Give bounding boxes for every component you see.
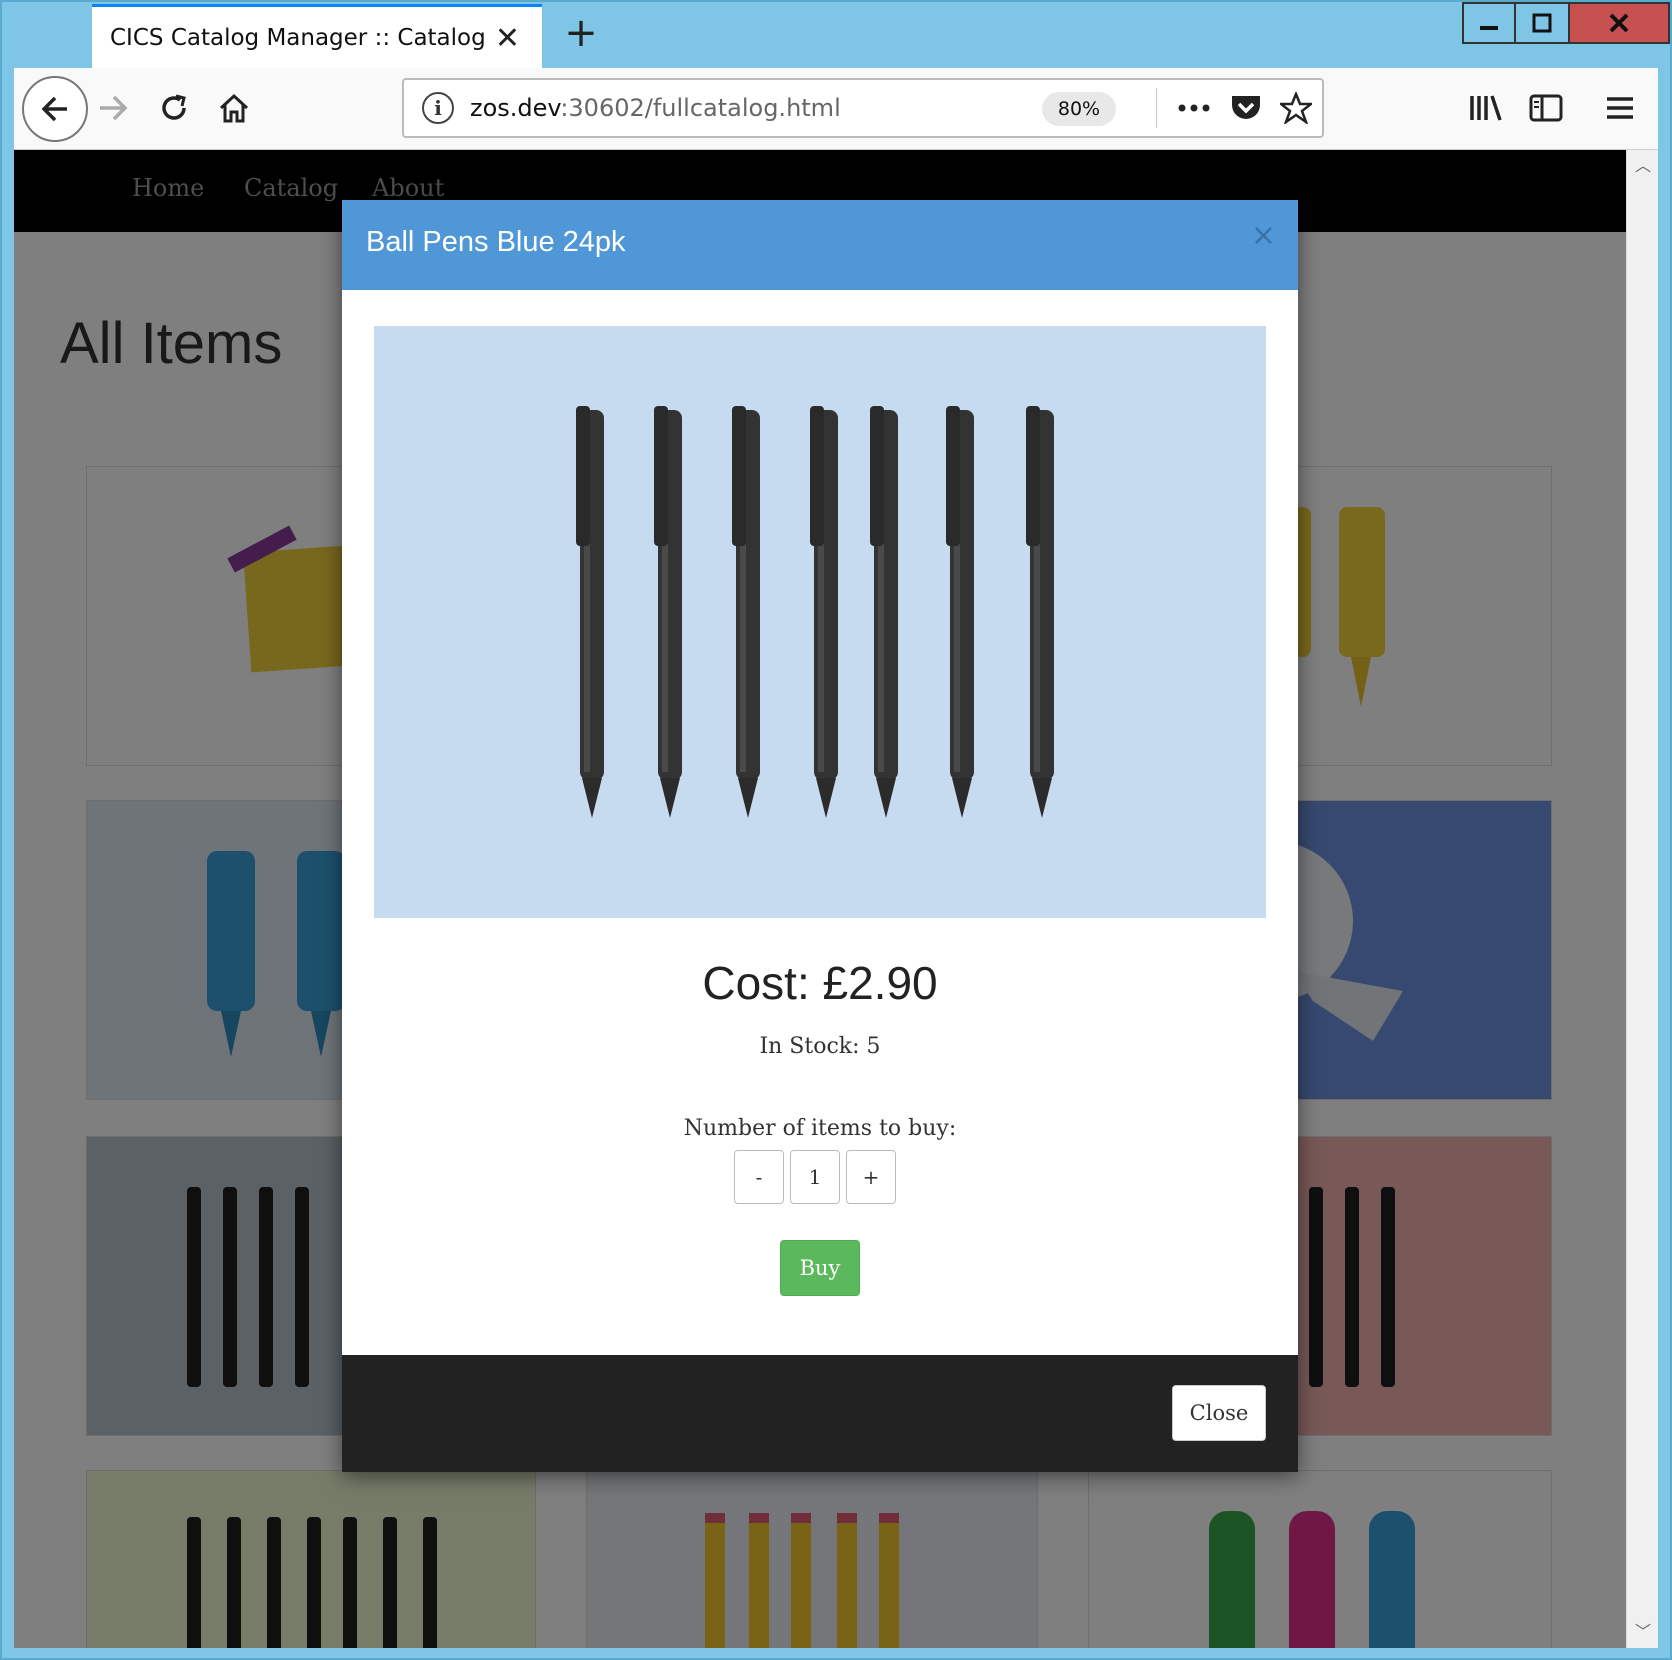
pen-icon xyxy=(810,406,838,818)
forward-arrow-icon xyxy=(100,95,128,121)
product-image xyxy=(374,326,1266,918)
star-icon xyxy=(1280,92,1312,124)
sidebar-button[interactable] xyxy=(1524,86,1568,130)
reload-icon xyxy=(162,94,186,120)
more-dots-icon xyxy=(1178,104,1210,112)
close-window-button[interactable] xyxy=(1570,2,1670,44)
new-tab-button[interactable]: + xyxy=(558,10,604,56)
pen-icon xyxy=(732,406,760,818)
forward-button[interactable] xyxy=(92,86,136,130)
close-icon xyxy=(1609,13,1629,33)
quantity-input[interactable]: 1 xyxy=(790,1150,840,1204)
pen-icon xyxy=(1026,406,1054,818)
product-cost: Cost: £2.90 xyxy=(702,957,938,1009)
pen-icon xyxy=(946,406,974,818)
close-button[interactable]: Close xyxy=(1172,1385,1266,1441)
window-controls xyxy=(1462,2,1670,44)
quantity-stepper: - 1 + xyxy=(734,1150,896,1204)
pen-icon xyxy=(576,406,604,818)
modal-title: Ball Pens Blue 24pk xyxy=(366,226,626,258)
back-arrow-icon xyxy=(41,96,67,122)
zoom-level-badge[interactable]: 80% xyxy=(1042,92,1116,126)
tab-strip: CICS Catalog Manager :: Catalog ✕ + xyxy=(2,2,1670,68)
pocket-button[interactable] xyxy=(1226,90,1266,126)
sidebar-icon xyxy=(1529,94,1563,122)
tab-title: CICS Catalog Manager :: Catalog xyxy=(110,24,486,51)
address-bar[interactable]: i zos.dev:30602/fullcatalog.html 80% xyxy=(402,78,1324,138)
product-modal: Ball Pens Blue 24pk × Cost: £2.90 In Sto… xyxy=(342,200,1298,1472)
modal-close-icon[interactable]: × xyxy=(1251,218,1276,253)
home-button[interactable] xyxy=(212,86,256,130)
url-host: zos.dev xyxy=(470,94,561,122)
quantity-label: Number of items to buy: xyxy=(683,1116,957,1141)
browser-toolbar: i zos.dev:30602/fullcatalog.html 80% xyxy=(14,68,1658,150)
tab-close-icon[interactable]: ✕ xyxy=(495,21,520,56)
decrease-quantity-button[interactable]: - xyxy=(734,1150,784,1204)
pen-icon xyxy=(870,406,898,818)
stock-count: In Stock: 5 xyxy=(759,1034,881,1059)
minimize-button[interactable] xyxy=(1462,2,1516,44)
buy-button[interactable]: Buy xyxy=(780,1240,860,1296)
maximize-button[interactable] xyxy=(1516,2,1570,44)
modal-header: Ball Pens Blue 24pk × xyxy=(342,200,1298,290)
pen-icon xyxy=(654,406,682,818)
url-path: :30602/fullcatalog.html xyxy=(560,94,841,122)
scroll-down-icon[interactable]: ﹀ xyxy=(1627,1616,1659,1648)
maximize-icon xyxy=(1532,13,1552,33)
scroll-up-icon[interactable]: ︿ xyxy=(1627,150,1659,182)
library-button[interactable] xyxy=(1464,86,1508,130)
bookmark-button[interactable] xyxy=(1276,90,1316,126)
pens-illustration xyxy=(576,406,1054,818)
reload-button[interactable] xyxy=(152,86,196,130)
url-text[interactable]: zos.dev:30602/fullcatalog.html xyxy=(470,94,841,122)
home-icon xyxy=(219,93,249,123)
page-actions-button[interactable] xyxy=(1174,90,1214,126)
increase-quantity-button[interactable]: + xyxy=(846,1150,896,1204)
browser-window: CICS Catalog Manager :: Catalog ✕ + i zo… xyxy=(0,0,1672,1660)
minimize-icon xyxy=(1480,26,1498,30)
hamburger-menu-icon xyxy=(1607,97,1633,119)
site-info-icon[interactable]: i xyxy=(422,92,454,124)
library-icon xyxy=(1470,95,1502,121)
menu-button[interactable] xyxy=(1598,86,1642,130)
modal-footer: Close xyxy=(342,1355,1298,1472)
url-divider xyxy=(1156,88,1157,128)
page-scrollbar[interactable]: ︿ ﹀ xyxy=(1626,150,1658,1648)
tab-catalog[interactable]: CICS Catalog Manager :: Catalog ✕ xyxy=(92,4,542,68)
back-button[interactable] xyxy=(22,76,88,142)
pocket-icon xyxy=(1232,96,1260,119)
